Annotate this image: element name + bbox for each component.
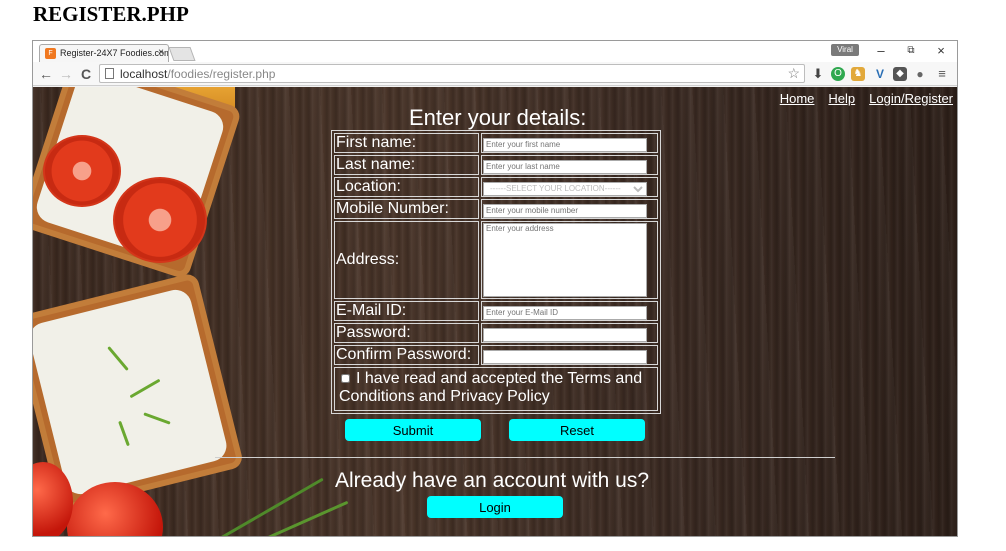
registration-form: First name: Last name: Location: ------S… bbox=[331, 130, 661, 414]
shield-icon[interactable]: ◆ bbox=[893, 67, 907, 81]
address-cell bbox=[481, 221, 658, 299]
address-textarea[interactable] bbox=[483, 223, 647, 297]
confirm-password-label: Confirm Password: bbox=[334, 345, 479, 365]
page-icon bbox=[105, 68, 114, 79]
new-tab-button[interactable] bbox=[168, 47, 196, 61]
location-label: Location: bbox=[334, 177, 479, 197]
mobile-label: Mobile Number: bbox=[334, 199, 479, 219]
nav-help-link[interactable]: Help bbox=[828, 91, 855, 106]
url-host: localhost bbox=[120, 67, 168, 81]
close-window-button[interactable]: × bbox=[929, 42, 953, 60]
divider bbox=[215, 457, 835, 458]
address-label: Address: bbox=[334, 221, 479, 299]
document-heading: REGISTER.PHP bbox=[33, 2, 189, 26]
first-name-cell bbox=[481, 133, 658, 153]
address-bar[interactable]: localhost/foodies/register.php ☆ bbox=[99, 64, 805, 83]
mobile-input[interactable] bbox=[483, 203, 647, 218]
already-account-text: Already have an account with us? bbox=[335, 469, 650, 492]
mobile-cell bbox=[481, 199, 658, 219]
url-path: /foodies/register.php bbox=[167, 67, 276, 81]
reload-icon[interactable]: C bbox=[77, 65, 95, 83]
page-viewport: Home Help Login/Register Enter your deta… bbox=[33, 87, 957, 536]
last-name-label: Last name: bbox=[334, 155, 479, 175]
download-icon[interactable]: ⬇ bbox=[811, 67, 825, 81]
location-select[interactable]: ------SELECT YOUR LOCATION------ bbox=[483, 181, 647, 196]
chive-image bbox=[192, 477, 324, 536]
first-name-input[interactable] bbox=[483, 137, 647, 152]
favicon-icon: F bbox=[45, 48, 56, 59]
menu-icon[interactable]: ≡ bbox=[935, 67, 949, 81]
tomato-slice-image bbox=[113, 177, 207, 263]
email-label: E-Mail ID: bbox=[334, 301, 479, 321]
site-nav: Home Help Login/Register bbox=[780, 91, 953, 106]
forward-icon[interactable]: → bbox=[57, 65, 75, 83]
minimize-button[interactable]: – bbox=[869, 42, 893, 60]
form-title: Enter your details: bbox=[409, 105, 587, 130]
terms-row: I have read and accepted the Terms and C… bbox=[334, 367, 658, 411]
star-icon[interactable]: ☆ bbox=[787, 65, 800, 82]
bulb-icon[interactable]: ● bbox=[913, 67, 927, 81]
browser-toolbar: ← → C localhost/foodies/register.php ☆ ⬇… bbox=[33, 62, 957, 86]
first-name-label: First name: bbox=[334, 133, 479, 153]
opera-icon[interactable]: O bbox=[831, 67, 845, 81]
tab-strip: F Register-24X7 Foodies.com × Viral – ⧉ … bbox=[33, 41, 957, 62]
browser-window: F Register-24X7 Foodies.com × Viral – ⧉ … bbox=[32, 40, 958, 537]
last-name-cell bbox=[481, 155, 658, 175]
password-input[interactable] bbox=[483, 327, 647, 342]
restore-button[interactable]: ⧉ bbox=[899, 42, 923, 60]
email-input[interactable] bbox=[483, 305, 647, 320]
tab-register[interactable]: F Register-24X7 Foodies.com × bbox=[39, 44, 169, 62]
location-cell: ------SELECT YOUR LOCATION------ bbox=[481, 177, 658, 197]
profile-badge[interactable]: Viral bbox=[831, 44, 859, 56]
last-name-input[interactable] bbox=[483, 159, 647, 174]
tab-close-icon[interactable]: × bbox=[158, 47, 164, 58]
back-icon[interactable]: ← bbox=[37, 65, 55, 83]
submit-button[interactable]: Submit bbox=[345, 419, 481, 441]
vimeo-icon[interactable]: V bbox=[873, 67, 887, 81]
url-text: localhost/foodies/register.php bbox=[120, 67, 275, 81]
terms-text: I have read and accepted the Terms and C… bbox=[339, 370, 643, 405]
email-cell bbox=[481, 301, 658, 321]
nav-home-link[interactable]: Home bbox=[780, 91, 815, 106]
reset-button[interactable]: Reset bbox=[509, 419, 645, 441]
login-button[interactable]: Login bbox=[427, 496, 563, 518]
password-label: Password: bbox=[334, 323, 479, 343]
extension-icon[interactable]: ♞ bbox=[851, 67, 865, 81]
tomato-slice-image bbox=[43, 135, 121, 207]
password-cell bbox=[481, 323, 658, 343]
nav-login-register-link[interactable]: Login/Register bbox=[869, 91, 953, 106]
confirm-password-input[interactable] bbox=[483, 349, 647, 364]
confirm-password-cell bbox=[481, 345, 658, 365]
terms-checkbox[interactable] bbox=[341, 374, 350, 384]
tab-title: Register-24X7 Foodies.com bbox=[60, 48, 169, 58]
